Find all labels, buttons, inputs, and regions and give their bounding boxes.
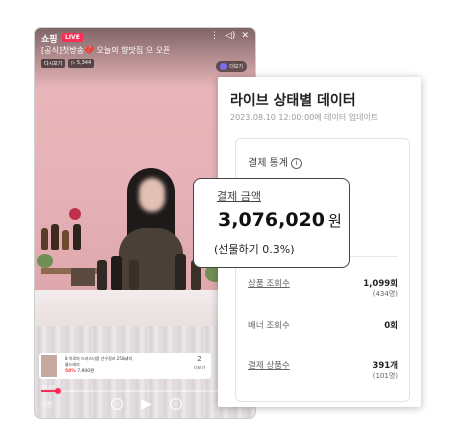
product-bottle — [62, 230, 69, 250]
metric-paid-items: 결제 상품수 391개 (101명) — [248, 359, 398, 383]
product-price: 50% 7,900원 — [65, 368, 94, 374]
product-bottle — [51, 224, 59, 250]
section-label: 결제 통계 i — [248, 154, 302, 169]
update-timestamp: 2023.08.10 12:00:00에 데이터 업데이트 — [230, 113, 379, 122]
view-count-chip: ▷ 5,344 — [68, 59, 95, 68]
gift-ratio-note: (선물하기 0.3%) — [214, 243, 295, 256]
play-icon[interactable]: ▶ — [141, 397, 152, 411]
product-name: 8 아로마 드러스더품 선우정라 250㎖의 룸드레리 — [65, 356, 133, 367]
product-bottle — [97, 260, 107, 290]
metric-product-views: 상품 조회수 1,099회 (434명) — [248, 277, 398, 301]
progress-knob[interactable] — [54, 388, 61, 394]
forward-icon[interactable]: ↻ — [169, 398, 182, 410]
product-thumbnail — [41, 355, 57, 377]
metric-sub: (101명) — [372, 372, 398, 380]
metric-label[interactable]: 결제 상품수 — [248, 359, 290, 371]
rewind-icon[interactable]: ↺ — [111, 398, 123, 410]
product-count[interactable]: 2 더보기 — [194, 355, 205, 372]
price-value: 7,900원 — [77, 369, 95, 374]
more-icon[interactable]: ⋮ — [210, 31, 219, 41]
blurred-face — [139, 178, 165, 212]
payment-amount-callout: 결제 금액 3,076,020 원 (선물하기 0.3%) — [193, 178, 350, 268]
info-chips: 다시보기 ▷ 5,344 — [41, 59, 95, 68]
product-bottle — [73, 224, 81, 250]
profile-icon — [220, 63, 228, 70]
metric-sub: (434명) — [372, 290, 398, 298]
speed-button[interactable]: 1× — [41, 400, 55, 408]
panel-title: 라이브 상태별 데이터 — [230, 93, 356, 109]
product-bottle — [129, 260, 139, 290]
more-button[interactable]: 더보기 — [216, 61, 247, 72]
brand-label: 쇼핑 — [41, 35, 58, 45]
metric-label: 배너 조회수 — [248, 321, 290, 331]
product-bottle — [175, 254, 186, 290]
plant-decoration — [37, 254, 53, 268]
discount-rate: 50% — [65, 369, 76, 374]
product-card[interactable]: 8 아로마 드러스더품 선우정라 250㎖의 룸드레리 50% 7,900원 2… — [39, 353, 211, 379]
product-bottle — [41, 228, 48, 250]
metric-label[interactable]: 상품 조회수 — [248, 277, 290, 289]
metric-value: 1,099회 — [363, 279, 398, 289]
replay-chip: 다시보기 — [41, 59, 66, 68]
metric-value: 391개 — [372, 361, 398, 371]
live-badge: LIVE — [62, 33, 83, 42]
payment-amount-value: 3,076,020 — [218, 209, 325, 231]
flower-decoration — [69, 208, 81, 220]
playback-controls: ↺ ▶ ↻ — [111, 397, 182, 411]
payment-amount: 3,076,020 원 — [218, 209, 342, 231]
metric-value: 0회 — [384, 321, 398, 331]
currency-unit: 원 — [327, 212, 342, 230]
info-icon[interactable]: i — [290, 158, 302, 169]
close-icon[interactable]: ✕ — [241, 31, 249, 41]
more-button-label: 더보기 — [229, 64, 243, 70]
callout-label[interactable]: 결제 금액 — [217, 188, 261, 204]
product-box — [71, 268, 95, 286]
top-icons: ⋮ ◁) ✕ — [210, 31, 249, 41]
metric-banner-views: 배너 조회수 0회 — [248, 319, 398, 343]
sound-icon[interactable]: ◁) — [225, 31, 235, 41]
product-bottle — [111, 256, 122, 290]
live-title: [공식]첫방송💔 오늘의 향맛집 으 오픈 — [41, 46, 171, 55]
